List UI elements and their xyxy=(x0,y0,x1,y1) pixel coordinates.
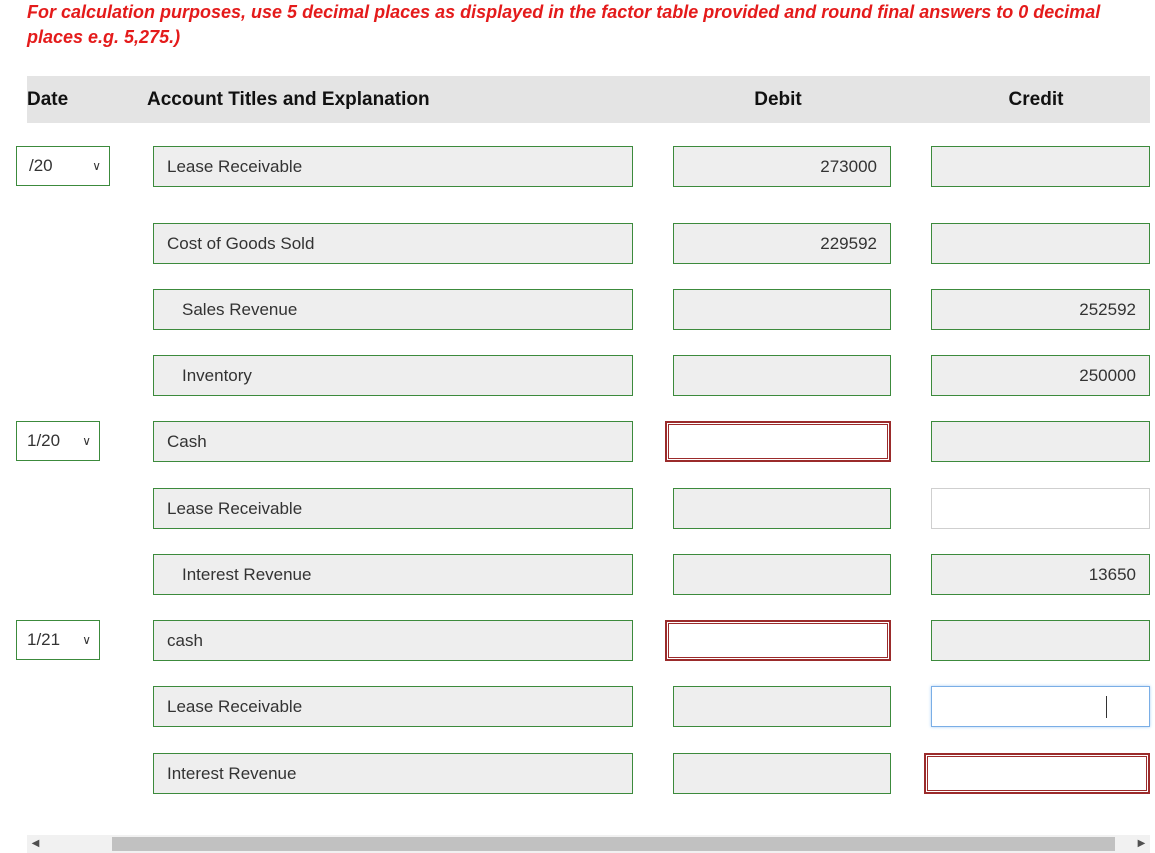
credit-input[interactable] xyxy=(931,421,1150,462)
date-select-value: 1/21 xyxy=(27,630,61,649)
text-caret xyxy=(1106,696,1107,718)
account-title-input[interactable]: Cost of Goods Sold xyxy=(153,223,633,264)
debit-input-error[interactable] xyxy=(665,620,891,661)
journal-row: Lease Receivable xyxy=(0,686,1155,728)
journal-row: Interest Revenue 13650 xyxy=(0,554,1155,596)
account-title-input[interactable]: Inventory xyxy=(153,355,633,396)
account-title-input[interactable]: Lease Receivable xyxy=(153,488,633,529)
horizontal-scrollbar[interactable]: ◀ ▶ xyxy=(27,835,1150,853)
date-select-value: 1/20 xyxy=(27,431,61,450)
debit-input[interactable] xyxy=(673,488,891,529)
chevron-down-icon: ∨ xyxy=(92,159,101,173)
credit-input-focused[interactable] xyxy=(931,686,1150,727)
debit-input[interactable] xyxy=(673,554,891,595)
debit-input-error[interactable] xyxy=(665,421,891,462)
credit-input[interactable] xyxy=(931,488,1150,529)
credit-input[interactable]: 13650 xyxy=(931,554,1150,595)
account-title-input[interactable]: Lease Receivable xyxy=(153,146,633,187)
account-title-input[interactable]: Interest Revenue xyxy=(153,753,633,794)
credit-input[interactable] xyxy=(931,146,1150,187)
credit-input[interactable] xyxy=(931,620,1150,661)
header-credit: Credit xyxy=(1008,89,1064,110)
account-title-input[interactable]: Cash xyxy=(153,421,633,462)
scroll-right-arrow-icon[interactable]: ▶ xyxy=(1133,835,1150,853)
header-date: Date xyxy=(27,89,69,110)
journal-row: Lease Receivable xyxy=(0,488,1155,530)
journal-row: 1/21 ∨ cash xyxy=(0,620,1155,662)
journal-row: Sales Revenue 252592 xyxy=(0,289,1155,331)
date-select[interactable]: 1/20 ∨ xyxy=(16,421,100,461)
date-select-value: /20 xyxy=(29,156,53,175)
scrollbar-thumb[interactable] xyxy=(112,837,1115,851)
credit-input-error[interactable] xyxy=(924,753,1150,794)
account-title-input[interactable]: Lease Receivable xyxy=(153,686,633,727)
chevron-down-icon: ∨ xyxy=(82,434,91,448)
credit-input[interactable]: 250000 xyxy=(931,355,1150,396)
journal-row: Inventory 250000 xyxy=(0,355,1155,397)
journal-row: /20 ∨ Lease Receivable 273000 xyxy=(0,146,1155,188)
journal-row: 1/20 ∨ Cash xyxy=(0,421,1155,463)
table-header: Date Account Titles and Explanation Debi… xyxy=(27,76,1150,123)
account-title-input[interactable]: Sales Revenue xyxy=(153,289,633,330)
account-title-input[interactable]: Interest Revenue xyxy=(153,554,633,595)
debit-input[interactable]: 273000 xyxy=(673,146,891,187)
credit-input[interactable]: 252592 xyxy=(931,289,1150,330)
date-select[interactable]: 1/21 ∨ xyxy=(16,620,100,660)
header-debit: Debit xyxy=(754,89,802,110)
header-account-titles: Account Titles and Explanation xyxy=(147,89,430,110)
date-select[interactable]: /20 ∨ xyxy=(16,146,110,186)
debit-input[interactable] xyxy=(673,355,891,396)
debit-input[interactable] xyxy=(673,686,891,727)
account-title-input[interactable]: cash xyxy=(153,620,633,661)
journal-row: Cost of Goods Sold 229592 xyxy=(0,223,1155,265)
credit-input[interactable] xyxy=(931,223,1150,264)
instructions-text: For calculation purposes, use 5 decimal … xyxy=(27,2,1101,47)
debit-input[interactable] xyxy=(673,289,891,330)
debit-input[interactable]: 229592 xyxy=(673,223,891,264)
scroll-left-arrow-icon[interactable]: ◀ xyxy=(27,835,44,853)
journal-row: Interest Revenue xyxy=(0,753,1155,795)
debit-input[interactable] xyxy=(673,753,891,794)
chevron-down-icon: ∨ xyxy=(82,633,91,647)
